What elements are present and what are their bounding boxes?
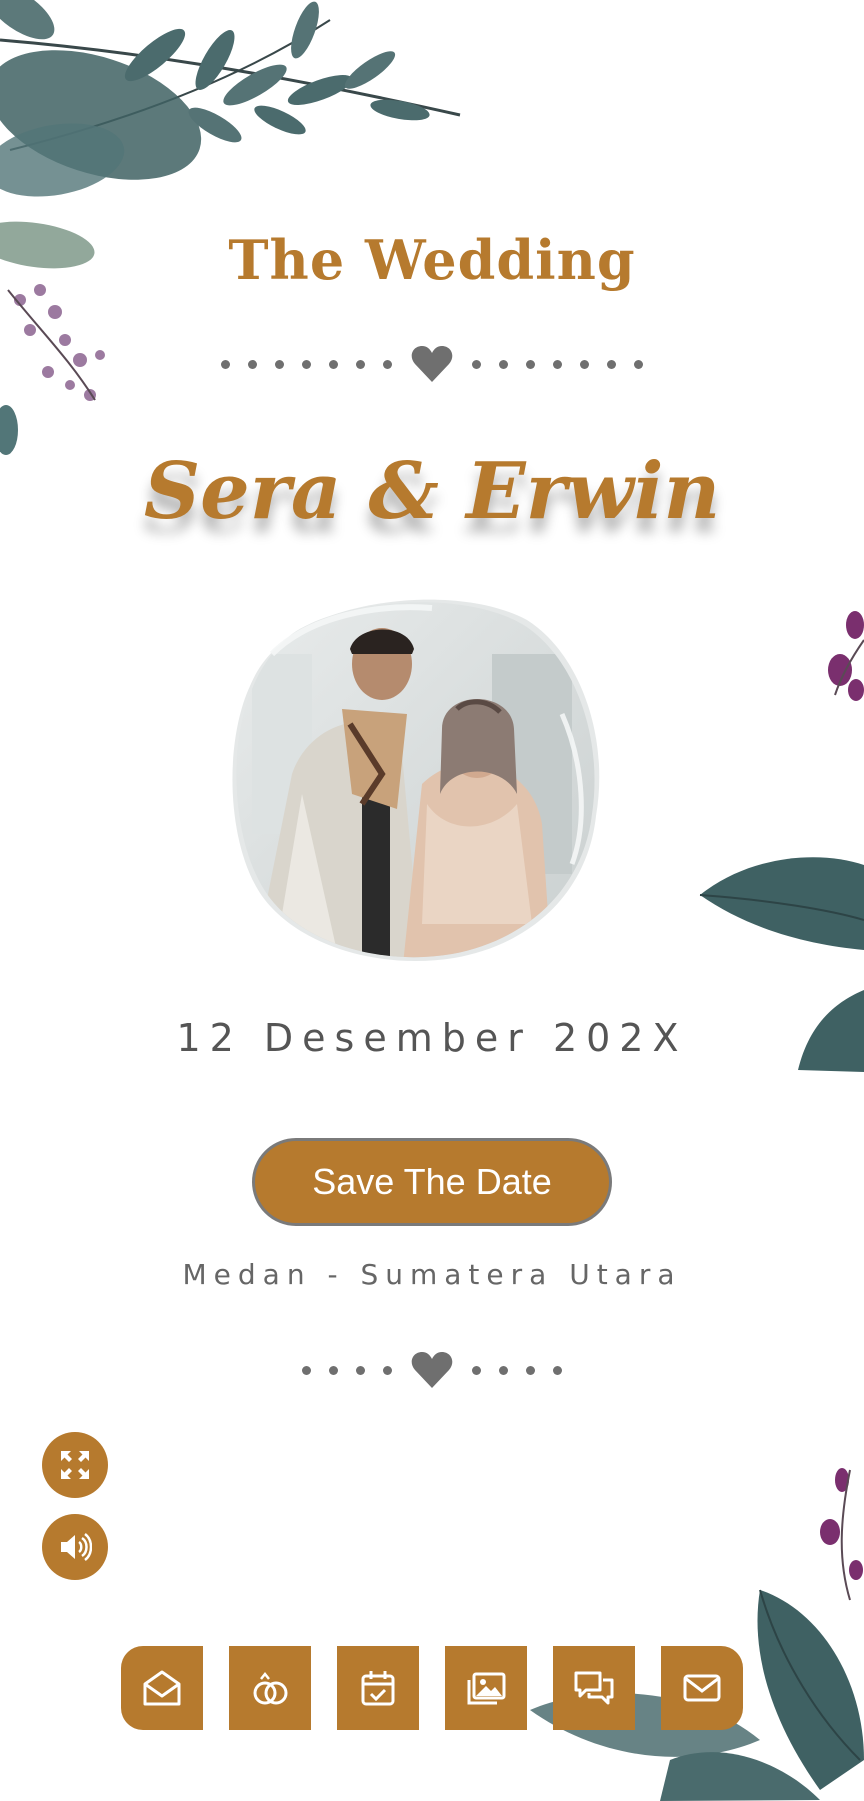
divider-dot bbox=[221, 359, 230, 369]
divider-dot bbox=[553, 1365, 562, 1375]
divider-dot bbox=[553, 359, 562, 369]
envelope-open-icon bbox=[143, 1670, 181, 1706]
mail-icon bbox=[683, 1674, 721, 1702]
divider-bottom bbox=[0, 1350, 864, 1390]
rings-icon bbox=[253, 1671, 288, 1705]
divider-dot bbox=[472, 1365, 481, 1375]
volume-icon bbox=[61, 1533, 92, 1561]
fullscreen-button[interactable] bbox=[42, 1432, 108, 1498]
nav-wishes[interactable] bbox=[553, 1646, 635, 1730]
invitation-page: The Wedding Sera & Erwin 12 Desember 202… bbox=[0, 0, 864, 1801]
foliage-right-middle bbox=[699, 611, 864, 1072]
divider-dot bbox=[580, 359, 589, 369]
divider-dot bbox=[356, 1365, 365, 1375]
divider-dot bbox=[275, 359, 284, 369]
divider-dot bbox=[499, 359, 508, 369]
invitation-title: The Wedding bbox=[228, 228, 636, 292]
event-date: 12 Desember 202X bbox=[176, 1016, 688, 1060]
divider-dot bbox=[329, 1365, 338, 1375]
divider-top bbox=[0, 344, 864, 384]
divider-dot bbox=[356, 359, 365, 369]
divider-dot bbox=[634, 359, 643, 369]
divider-dot bbox=[526, 1365, 535, 1375]
nav-opening[interactable] bbox=[121, 1646, 203, 1730]
event-location: Medan - Sumatera Utara bbox=[182, 1258, 682, 1291]
couple-names: Sera & Erwin bbox=[143, 446, 721, 537]
bottom-nav bbox=[121, 1646, 743, 1730]
chat-icon bbox=[574, 1671, 614, 1705]
divider-dot bbox=[607, 359, 616, 369]
nav-rsvp[interactable] bbox=[661, 1646, 743, 1730]
divider-dot bbox=[302, 359, 311, 369]
fullscreen-icon bbox=[61, 1451, 89, 1479]
divider-dot bbox=[526, 359, 535, 369]
foliage-bottom-right bbox=[530, 1468, 864, 1801]
couple-photo bbox=[232, 599, 600, 962]
calendar-check-icon bbox=[361, 1671, 395, 1706]
divider-dot bbox=[383, 359, 392, 369]
divider-dot bbox=[248, 359, 257, 369]
divider-dot bbox=[302, 1365, 311, 1375]
heart-icon bbox=[411, 346, 453, 382]
heart-icon bbox=[411, 1352, 453, 1388]
audio-toggle-button[interactable] bbox=[42, 1514, 108, 1580]
nav-couple[interactable] bbox=[229, 1646, 311, 1730]
divider-dot bbox=[329, 359, 338, 369]
nav-event[interactable] bbox=[337, 1646, 419, 1730]
divider-dot bbox=[383, 1365, 392, 1375]
images-icon bbox=[467, 1672, 506, 1705]
save-the-date-button[interactable]: Save The Date bbox=[252, 1138, 612, 1226]
divider-dot bbox=[472, 359, 481, 369]
nav-gallery[interactable] bbox=[445, 1646, 527, 1730]
divider-dot bbox=[499, 1365, 508, 1375]
